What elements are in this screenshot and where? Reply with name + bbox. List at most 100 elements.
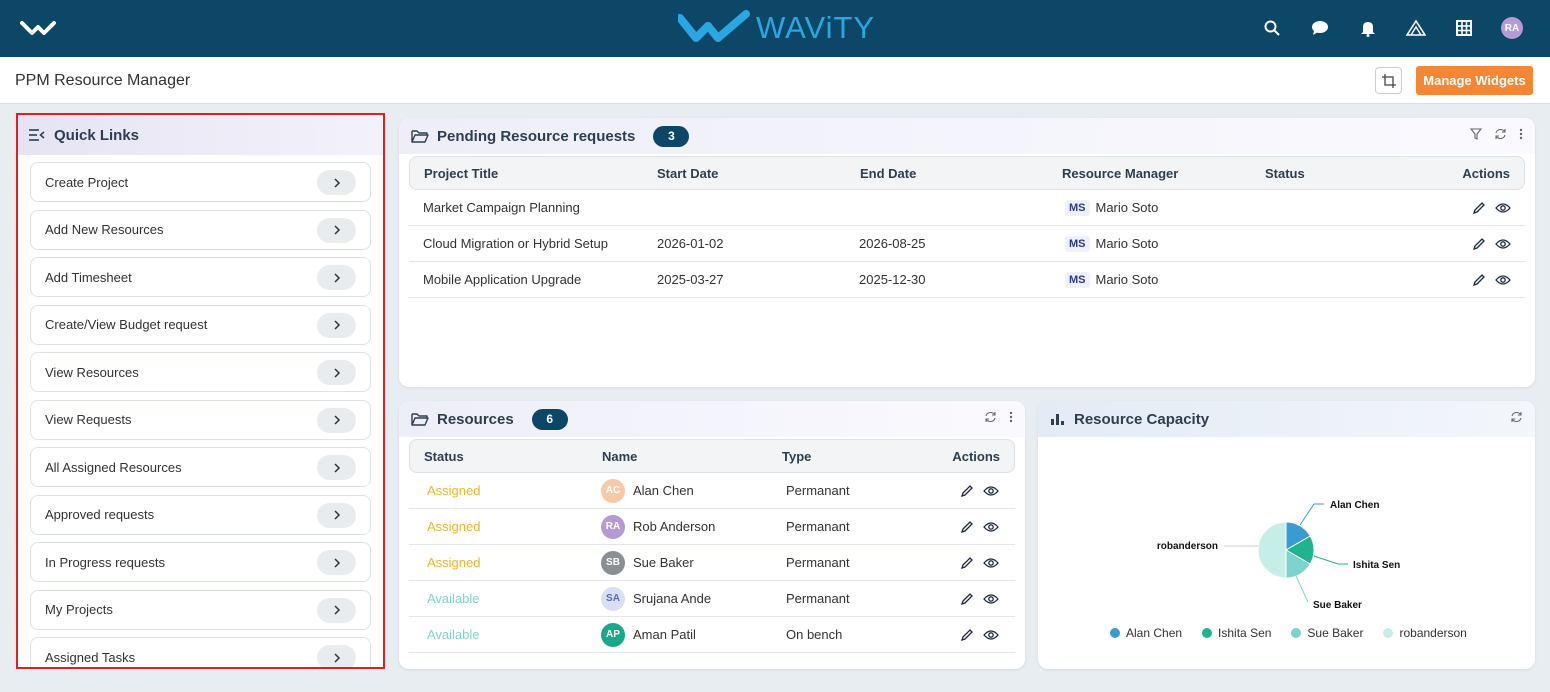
- edit-pencil-icon[interactable]: [1473, 201, 1485, 214]
- chevron-right-icon[interactable]: [317, 265, 356, 290]
- table-row[interactable]: Market Campaign Planning MS Mario Soto: [409, 190, 1525, 226]
- collapse-menu-icon[interactable]: [28, 128, 46, 142]
- actions-cell: [961, 617, 999, 652]
- resources-header: Resources 6: [399, 401, 1025, 437]
- more-vertical-icon[interactable]: [1519, 128, 1523, 140]
- view-eye-icon[interactable]: [983, 629, 999, 641]
- table-row[interactable]: Cloud Migration or Hybrid Setup 2026-01-0…: [409, 226, 1525, 262]
- name-cell: SB Sue Baker: [601, 545, 694, 580]
- legend-swatch: [1383, 628, 1394, 638]
- quick-link-item[interactable]: View Resources: [30, 352, 371, 392]
- chevron-right-icon[interactable]: [317, 645, 356, 667]
- bar-chart-icon: [1051, 414, 1064, 425]
- project-title-cell: Market Campaign Planning: [423, 200, 580, 215]
- column-header[interactable]: Name: [602, 440, 637, 472]
- quick-links-title: Quick Links: [54, 126, 140, 144]
- chevron-right-icon[interactable]: [317, 407, 356, 433]
- resource-name: Rob Anderson: [633, 519, 716, 534]
- quick-link-label: Assigned Tasks: [45, 649, 136, 665]
- page-header: PPM Resource Manager Manage Widgets: [0, 57, 1550, 104]
- more-vertical-icon[interactable]: [1009, 411, 1013, 423]
- resources-card: Resources 6 Status Name Type Actions Ass…: [399, 401, 1025, 669]
- view-eye-icon[interactable]: [983, 521, 999, 533]
- view-eye-icon[interactable]: [1495, 274, 1511, 286]
- folder-open-icon: [411, 413, 429, 426]
- legend-item[interactable]: Sue Baker: [1291, 626, 1363, 640]
- filter-icon[interactable]: [1470, 128, 1482, 140]
- edit-pencil-icon[interactable]: [961, 484, 973, 497]
- chevron-right-icon[interactable]: [317, 217, 356, 243]
- avatar: AC: [601, 478, 625, 503]
- edit-pencil-icon[interactable]: [1473, 273, 1485, 286]
- view-eye-icon[interactable]: [983, 593, 999, 605]
- avatar: SA: [601, 586, 625, 611]
- quick-link-item[interactable]: All Assigned Resources: [30, 447, 371, 487]
- chevron-right-icon[interactable]: [317, 360, 356, 385]
- chat-icon[interactable]: [1296, 16, 1344, 40]
- column-header[interactable]: Type: [782, 440, 811, 472]
- resource-capacity-title: Resource Capacity: [1074, 410, 1210, 428]
- manager-name: Mario Soto: [1095, 236, 1159, 251]
- chevron-right-icon[interactable]: [317, 550, 356, 575]
- project-title-cell: Mobile Application Upgrade: [423, 272, 582, 287]
- table-row[interactable]: Mobile Application Upgrade 2025-03-27 2025…: [409, 262, 1525, 298]
- manage-widgets-button[interactable]: Manage Widgets: [1416, 66, 1533, 95]
- pie-slice[interactable]: [1257, 521, 1287, 579]
- table-row[interactable]: Available AP Aman Patil On bench: [409, 617, 1015, 653]
- view-eye-icon[interactable]: [1495, 202, 1511, 214]
- legend-item[interactable]: Alan Chen: [1110, 626, 1182, 640]
- legend-item[interactable]: Ishita Sen: [1202, 626, 1271, 640]
- column-header[interactable]: Project Title: [424, 157, 498, 189]
- edit-pencil-icon[interactable]: [1473, 237, 1485, 250]
- edit-pencil-icon[interactable]: [961, 628, 973, 641]
- pending-table-header: Project Title Start Date End Date Resour…: [409, 156, 1525, 190]
- quick-link-item[interactable]: Add New Resources: [30, 209, 371, 250]
- legend-item[interactable]: robanderson: [1383, 626, 1467, 640]
- view-eye-icon[interactable]: [1495, 238, 1511, 250]
- quick-link-item[interactable]: Approved requests: [30, 494, 371, 535]
- row-actions: [961, 592, 999, 605]
- edit-pencil-icon[interactable]: [961, 556, 973, 569]
- legend-swatch: [1291, 628, 1302, 638]
- table-row[interactable]: Assigned RA Rob Anderson Permanant: [409, 509, 1015, 545]
- column-header[interactable]: Start Date: [657, 157, 718, 189]
- table-row[interactable]: Assigned AC Alan Chen Permanant: [409, 473, 1015, 509]
- resource-name: Sue Baker: [633, 555, 694, 570]
- chevron-right-icon[interactable]: [317, 455, 356, 480]
- quick-link-item[interactable]: In Progress requests: [30, 542, 371, 582]
- quick-link-item[interactable]: Assigned Tasks: [30, 637, 371, 667]
- grid-icon[interactable]: [1440, 16, 1488, 40]
- user-avatar[interactable]: RA: [1488, 16, 1536, 40]
- quick-link-item[interactable]: View Requests: [30, 399, 371, 440]
- refresh-icon[interactable]: [1494, 128, 1507, 140]
- view-eye-icon[interactable]: [983, 557, 999, 569]
- bell-icon[interactable]: [1344, 16, 1392, 40]
- chevron-right-icon[interactable]: [317, 312, 356, 338]
- crop-button[interactable]: [1375, 67, 1402, 94]
- pie-slice-label: robanderson: [1157, 541, 1218, 552]
- chevron-right-icon[interactable]: [317, 597, 356, 623]
- column-header[interactable]: Status: [424, 440, 464, 472]
- refresh-icon[interactable]: [1510, 411, 1523, 423]
- legend-label: robanderson: [1399, 626, 1467, 640]
- mountain-icon[interactable]: [1392, 16, 1440, 40]
- chevron-right-icon[interactable]: [317, 502, 356, 528]
- search-icon[interactable]: [1248, 16, 1296, 40]
- manager-initials-badge: MS: [1065, 199, 1090, 216]
- home-logo-icon[interactable]: [20, 17, 56, 42]
- quick-link-item[interactable]: My Projects: [30, 589, 371, 630]
- edit-pencil-icon[interactable]: [961, 592, 973, 605]
- chevron-right-icon[interactable]: [317, 170, 356, 195]
- end-date-cell: 2026-08-25: [859, 236, 926, 251]
- column-header[interactable]: Resource Manager: [1062, 157, 1178, 189]
- quick-link-item[interactable]: Create/View Budget request: [30, 304, 371, 345]
- refresh-icon[interactable]: [984, 411, 997, 423]
- table-row[interactable]: Assigned SB Sue Baker Permanant: [409, 545, 1015, 581]
- column-header[interactable]: Status: [1265, 157, 1305, 189]
- table-row[interactable]: Available SA Srujana Ande Permanant: [409, 581, 1015, 617]
- edit-pencil-icon[interactable]: [961, 520, 973, 533]
- quick-link-item[interactable]: Add Timesheet: [30, 257, 371, 297]
- view-eye-icon[interactable]: [983, 485, 999, 497]
- quick-link-item[interactable]: Create Project: [30, 162, 371, 202]
- column-header[interactable]: End Date: [860, 157, 916, 189]
